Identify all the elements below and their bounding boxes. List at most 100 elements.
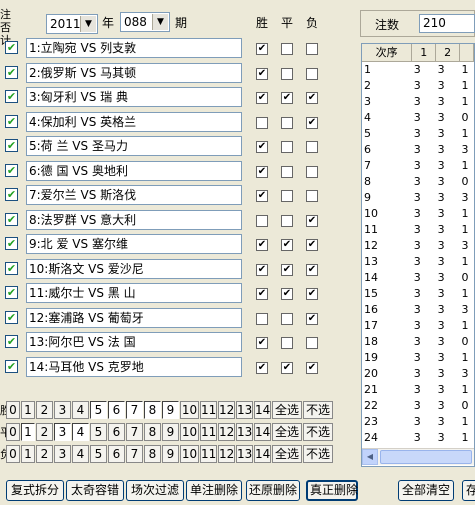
table-row[interactable]: 13 3 3 1 — [362, 254, 474, 270]
number-button-6[interactable]: 6 — [108, 401, 125, 419]
table-row[interactable]: 7 3 3 1 — [362, 158, 474, 174]
match-checkbox[interactable]: ✔ — [5, 90, 18, 103]
number-button-14[interactable]: 14 — [254, 401, 271, 419]
number-button-0[interactable]: 0 — [6, 401, 20, 419]
grid-header-2[interactable]: 2 — [435, 44, 461, 62]
number-button-10[interactable]: 10 — [180, 445, 199, 463]
table-row[interactable]: 8 3 3 0 — [362, 174, 474, 190]
outcome-checkbox-l[interactable]: ✔ — [306, 312, 318, 325]
outcome-checkbox-l[interactable]: ✔ — [306, 288, 318, 300]
horizontal-scrollbar[interactable]: ◀ — [362, 448, 474, 465]
match-checkbox[interactable]: ✔ — [5, 41, 18, 54]
scroll-left-icon[interactable]: ◀ — [362, 449, 378, 465]
select-all-button[interactable]: 全选 — [272, 445, 302, 463]
scroll-thumb[interactable] — [380, 450, 472, 464]
outcome-checkbox-l[interactable]: ✔ — [306, 92, 318, 104]
outcome-checkbox-d[interactable]: ✔ — [281, 288, 293, 300]
match-checkbox[interactable]: ✔ — [5, 114, 18, 128]
outcome-checkbox-d[interactable]: ✔ — [281, 263, 293, 276]
outcome-checkbox-w[interactable]: ✔ — [256, 263, 268, 276]
number-button-13[interactable]: 13 — [236, 423, 253, 441]
outcome-checkbox-d[interactable]: ✔ — [281, 361, 293, 374]
select-all-button[interactable]: 全选 — [272, 423, 302, 441]
number-button-8[interactable]: 8 — [144, 445, 161, 463]
outcome-checkbox-w[interactable]: ✔ — [256, 239, 268, 251]
grid-header-1[interactable]: 1 — [411, 44, 437, 62]
year-select[interactable]: 2011 ▼ — [46, 14, 98, 34]
outcome-checkbox-d[interactable] — [281, 165, 293, 178]
outcome-checkbox-l[interactable] — [306, 190, 318, 202]
number-button-3[interactable]: 3 — [54, 401, 71, 419]
number-button-0[interactable]: 0 — [6, 445, 20, 463]
period-select[interactable]: 088 ▼ — [120, 12, 170, 32]
match-checkbox[interactable]: ✔ — [5, 188, 18, 201]
table-row[interactable]: 17 3 3 1 — [362, 318, 474, 334]
number-button-8[interactable]: 8 — [144, 401, 161, 419]
outcome-checkbox-w[interactable] — [256, 116, 268, 129]
outcome-checkbox-d[interactable] — [281, 43, 293, 55]
outcome-checkbox-d[interactable]: ✔ — [281, 239, 293, 251]
number-button-11[interactable]: 11 — [200, 401, 217, 419]
select-none-button[interactable]: 不选 — [303, 401, 333, 419]
outcome-checkbox-w[interactable]: ✔ — [256, 190, 268, 202]
outcome-checkbox-d[interactable] — [281, 214, 293, 227]
outcome-checkbox-w[interactable]: ✔ — [256, 337, 268, 349]
outcome-checkbox-w[interactable]: ✔ — [256, 288, 268, 300]
match-checkbox[interactable]: ✔ — [5, 65, 18, 79]
outcome-checkbox-d[interactable]: ✔ — [281, 92, 293, 104]
match-checkbox[interactable]: ✔ — [5, 212, 18, 226]
outcome-checkbox-w[interactable]: ✔ — [256, 361, 268, 374]
select-none-button[interactable]: 不选 — [303, 423, 333, 441]
number-button-4[interactable]: 4 — [72, 445, 89, 463]
number-button-6[interactable]: 6 — [108, 423, 125, 441]
outcome-checkbox-w[interactable]: ✔ — [256, 92, 268, 104]
number-button-1[interactable]: 1 — [21, 423, 35, 441]
number-button-12[interactable]: 12 — [218, 445, 235, 463]
outcome-checkbox-l[interactable] — [306, 43, 318, 55]
outcome-checkbox-l[interactable]: ✔ — [306, 239, 318, 251]
number-button-2[interactable]: 2 — [36, 401, 53, 419]
clear-all-button[interactable]: 全部清空 — [398, 480, 454, 501]
number-button-9[interactable]: 9 — [162, 401, 179, 419]
number-button-3[interactable]: 3 — [54, 445, 71, 463]
number-button-7[interactable]: 7 — [126, 423, 143, 441]
table-row[interactable]: 16 3 3 3 — [362, 302, 474, 318]
number-button-5[interactable]: 5 — [90, 423, 107, 441]
outcome-checkbox-w[interactable]: ✔ — [256, 67, 268, 80]
table-row[interactable]: 12 3 3 3 — [362, 238, 474, 254]
match-checkbox[interactable]: ✔ — [5, 139, 18, 152]
taiqi-tolerance-button[interactable]: 太奇容错 — [66, 480, 124, 501]
match-checkbox[interactable]: ✔ — [5, 237, 18, 250]
number-button-11[interactable]: 11 — [200, 445, 217, 463]
outcome-checkbox-d[interactable] — [281, 116, 293, 129]
outcome-checkbox-d[interactable] — [281, 141, 293, 153]
outcome-checkbox-l[interactable]: ✔ — [306, 361, 318, 374]
outcome-checkbox-d[interactable] — [281, 190, 293, 202]
select-none-button[interactable]: 不选 — [303, 445, 333, 463]
number-button-10[interactable]: 10 — [180, 423, 199, 441]
match-checkbox[interactable]: ✔ — [5, 335, 18, 348]
outcome-checkbox-l[interactable]: ✔ — [306, 263, 318, 276]
outcome-checkbox-d[interactable] — [281, 337, 293, 349]
single-delete-button[interactable]: 单注删除 — [186, 480, 242, 501]
outcome-checkbox-w[interactable] — [256, 312, 268, 325]
number-button-5[interactable]: 5 — [90, 445, 107, 463]
outcome-checkbox-l[interactable]: ✔ — [306, 116, 318, 129]
outcome-checkbox-l[interactable]: ✔ — [306, 214, 318, 227]
number-button-5[interactable]: 5 — [90, 401, 107, 419]
match-filter-button[interactable]: 场次过滤 — [126, 480, 184, 501]
table-row[interactable]: 19 3 3 1 — [362, 350, 474, 366]
table-row[interactable]: 10 3 3 1 — [362, 206, 474, 222]
outcome-checkbox-w[interactable]: ✔ — [256, 165, 268, 178]
number-button-6[interactable]: 6 — [108, 445, 125, 463]
table-row[interactable]: 1 3 3 1 — [362, 61, 474, 78]
outcome-checkbox-d[interactable] — [281, 312, 293, 325]
number-button-8[interactable]: 8 — [144, 423, 161, 441]
table-row[interactable]: 22 3 3 0 — [362, 398, 474, 414]
match-checkbox[interactable]: ✔ — [5, 286, 18, 299]
table-row[interactable]: 11 3 3 1 — [362, 222, 474, 238]
number-button-14[interactable]: 14 — [254, 445, 271, 463]
table-row[interactable]: 9 3 3 3 — [362, 190, 474, 206]
table-row[interactable]: 23 3 3 1 — [362, 414, 474, 430]
outcome-checkbox-w[interactable]: ✔ — [256, 43, 268, 55]
